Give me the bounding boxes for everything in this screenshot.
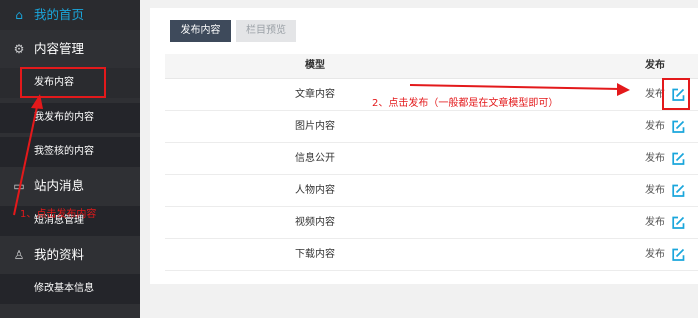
publish-link[interactable]: 发布 — [645, 175, 665, 206]
message-icon: ▭ — [13, 179, 25, 193]
publish-link[interactable]: 发布 — [645, 207, 665, 238]
sidebar-item-label: 我的资料 — [34, 247, 85, 262]
column-header-model: 模型 — [305, 60, 325, 71]
edit-icon[interactable] — [671, 120, 685, 134]
sidebar-item-edit-basic-info[interactable]: 修改基本信息 — [0, 274, 140, 304]
table-row: 视频内容 发布 — [165, 207, 698, 239]
publish-link[interactable]: 发布 — [645, 239, 665, 270]
highlight-box-publish-content — [20, 67, 106, 98]
main-panel: 发布内容 栏目预览 模型 发布 文章内容 发布 图片内容 发布 信息公开 发布 … — [150, 8, 698, 284]
sidebar-item-label: 修改基本信息 — [34, 283, 94, 294]
publish-link[interactable]: 发布 — [645, 111, 665, 142]
edit-icon[interactable] — [671, 248, 685, 262]
model-name: 人物内容 — [295, 185, 335, 196]
sidebar-item-site-messages[interactable]: ▭ 站内消息 — [0, 171, 140, 201]
sidebar: ⌂ 我的首页 ⚙ 内容管理 发布内容 我发布的内容 我签核的内容 ▭ 站内消息 … — [0, 0, 140, 318]
gear-icon: ⚙ — [13, 42, 25, 56]
sidebar-item-label: 内容管理 — [34, 41, 85, 56]
table-header: 模型 发布 — [165, 54, 698, 79]
table-row: 下载内容 发布 — [165, 239, 698, 271]
model-name: 下载内容 — [295, 249, 335, 260]
tab-column-preview[interactable]: 栏目预览 — [236, 20, 296, 42]
edit-icon[interactable] — [671, 216, 685, 230]
sidebar-item-content-management[interactable]: ⚙ 内容管理 — [0, 34, 140, 64]
sidebar-item-label: 我的首页 — [34, 7, 85, 22]
sidebar-item-label: 我签核的内容 — [34, 146, 94, 157]
column-header-publish: 发布 — [645, 60, 665, 71]
annotation-step-1: 1、点击发布内容 — [20, 209, 97, 220]
publish-link[interactable]: 发布 — [645, 143, 665, 174]
sidebar-item-my-signed[interactable]: 我签核的内容 — [0, 137, 140, 167]
annotation-step-2: 2、点击发布（一般都是在文章模型即可） — [372, 98, 559, 109]
sidebar-item-my-published[interactable]: 我发布的内容 — [0, 103, 140, 133]
tab-publish-content[interactable]: 发布内容 — [170, 20, 231, 42]
sidebar-item-label: 我发布的内容 — [34, 112, 94, 123]
table-row: 信息公开 发布 — [165, 143, 698, 175]
highlight-box-edit-icon — [662, 78, 690, 110]
sidebar-item-label: 站内消息 — [34, 178, 85, 193]
model-name: 信息公开 — [295, 153, 335, 164]
model-name: 图片内容 — [295, 121, 335, 132]
table-row: 图片内容 发布 — [165, 111, 698, 143]
model-name: 视频内容 — [295, 217, 335, 228]
edit-icon[interactable] — [671, 152, 685, 166]
edit-icon[interactable] — [671, 184, 685, 198]
table-row: 人物内容 发布 — [165, 175, 698, 207]
sidebar-item-home[interactable]: ⌂ 我的首页 — [0, 0, 140, 30]
sidebar-item-my-profile[interactable]: ♙ 我的资料 — [0, 240, 140, 270]
home-icon: ⌂ — [15, 8, 23, 22]
user-icon: ♙ — [13, 248, 25, 262]
